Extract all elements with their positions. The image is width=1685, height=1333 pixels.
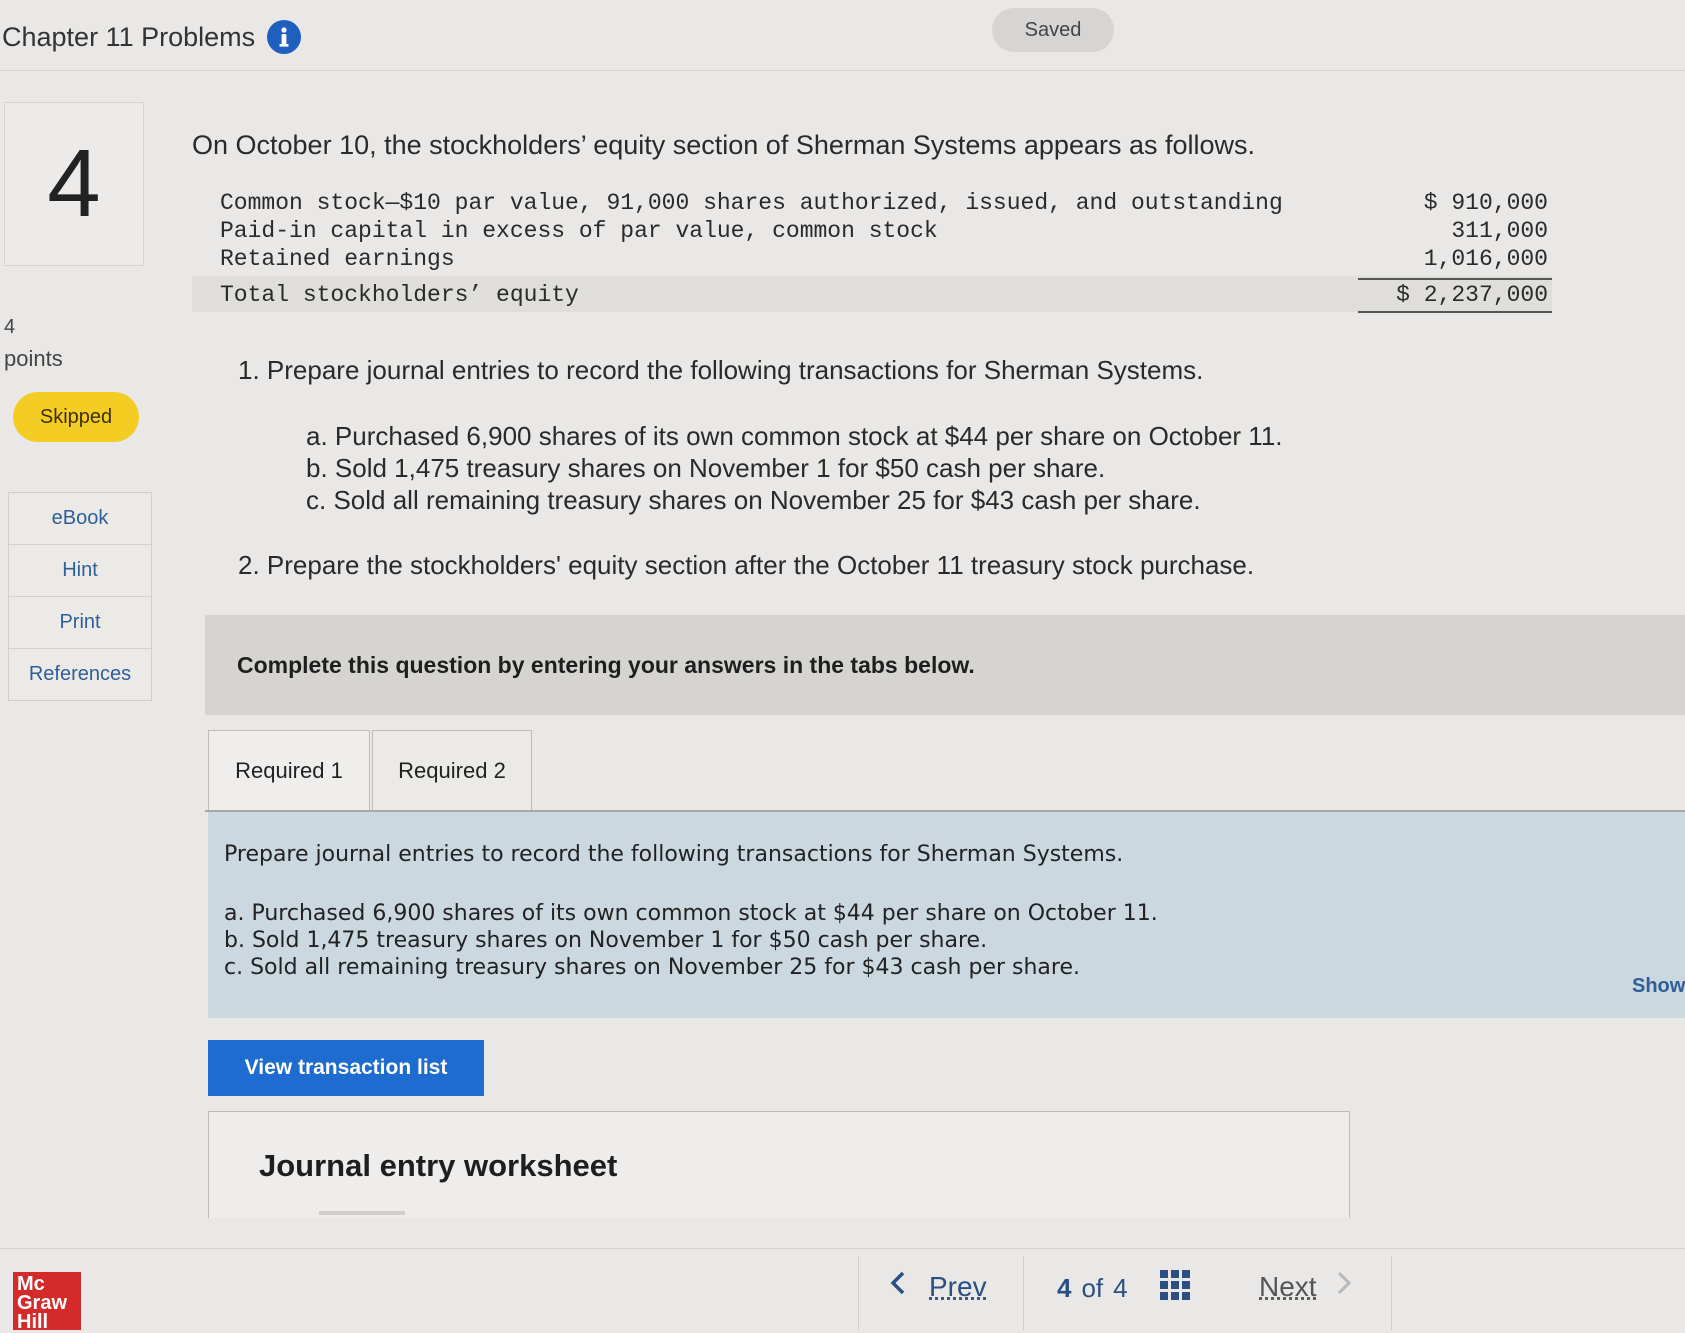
- equity-label: Retained earnings: [220, 246, 455, 272]
- page-header: Chapter 11 Problems: [2, 20, 302, 54]
- list-item: c. Sold all remaining treasury shares on…: [306, 485, 1201, 515]
- transaction-list: a. Purchased 6,900 shares of its own com…: [306, 420, 1283, 516]
- next-button[interactable]: Next: [1259, 1270, 1353, 1303]
- table-row: Retained earnings 1,016,000: [192, 246, 1552, 274]
- page-of: of: [1081, 1273, 1104, 1303]
- grid-icon[interactable]: [1159, 1270, 1190, 1307]
- task-1: 1. Prepare journal entries to record the…: [238, 355, 1204, 385]
- total-row: Total stockholders’ equity $ 2,237,000: [192, 276, 1552, 313]
- hint-link[interactable]: Hint: [9, 545, 151, 597]
- list-item: b. Sold 1,475 treasury shares on Novembe…: [306, 453, 1106, 483]
- table-row: Common stock—$10 par value, 91,000 share…: [192, 190, 1552, 218]
- ebook-link[interactable]: eBook: [9, 493, 151, 545]
- list-item: b. Sold 1,475 treasury shares on Novembe…: [224, 928, 988, 953]
- equity-amount: 1,016,000: [1423, 246, 1548, 272]
- view-transaction-list-button[interactable]: View transaction list: [208, 1040, 484, 1096]
- worksheet-tab-indicator: [319, 1211, 405, 1215]
- table-row: Paid-in capital in excess of par value, …: [192, 218, 1552, 246]
- chevron-left-icon: [889, 1270, 907, 1303]
- panel-list: a. Purchased 6,900 shares of its own com…: [224, 900, 1158, 981]
- journal-worksheet: Journal entry worksheet: [208, 1111, 1350, 1218]
- instruction-text: Complete this question by entering your …: [237, 651, 975, 678]
- panel-intro: Prepare journal entries to record the fo…: [224, 842, 1124, 867]
- chevron-right-icon: [1335, 1270, 1353, 1303]
- problem-intro: On October 10, the stockholders’ equity …: [192, 130, 1256, 160]
- tab-required-2[interactable]: Required 2: [372, 730, 532, 811]
- page-total: 4: [1113, 1273, 1128, 1303]
- worksheet-title: Journal entry worksheet: [259, 1148, 618, 1183]
- equity-amount: $ 910,000: [1423, 190, 1548, 216]
- info-icon[interactable]: [267, 20, 302, 54]
- total-amount: $ 2,237,000: [1358, 278, 1552, 313]
- side-nav: eBook Hint Print References: [8, 492, 152, 701]
- page-title: Chapter 11 Problems: [2, 21, 256, 52]
- total-label: Total stockholders’ equity: [220, 282, 579, 308]
- mcgraw-hill-logo: Mc Graw Hill: [13, 1272, 81, 1333]
- list-item: a. Purchased 6,900 shares of its own com…: [306, 421, 1283, 451]
- question-number: 4: [4, 102, 144, 266]
- page-current: 4: [1057, 1273, 1072, 1303]
- show-link[interactable]: Show: [1632, 975, 1685, 998]
- requirement-panel: Prepare journal entries to record the fo…: [208, 812, 1685, 1018]
- prev-label: Prev: [929, 1270, 987, 1302]
- references-link[interactable]: References: [9, 649, 151, 700]
- next-label: Next: [1259, 1270, 1317, 1302]
- header-divider: [0, 70, 1685, 71]
- points-value: 4: [4, 316, 16, 338]
- nav-separator: [1023, 1256, 1024, 1330]
- question-navigation: Prev 4 of 4 Next: [858, 1256, 1392, 1330]
- logo-line: Hill: [17, 1311, 49, 1333]
- equity-table: Common stock—$10 par value, 91,000 share…: [192, 190, 1552, 313]
- points-label: points: [4, 346, 63, 371]
- skipped-badge: Skipped: [13, 392, 139, 442]
- list-item: a. Purchased 6,900 shares of its own com…: [224, 901, 1158, 926]
- tab-required-1[interactable]: Required 1: [208, 730, 370, 811]
- print-link[interactable]: Print: [9, 597, 151, 649]
- equity-amount: 311,000: [1451, 218, 1548, 244]
- list-item: c. Sold all remaining treasury shares on…: [224, 955, 1081, 980]
- instruction-banner: Complete this question by entering your …: [205, 615, 1685, 715]
- task-2: 2. Prepare the stockholders' equity sect…: [238, 550, 1255, 580]
- equity-label: Paid-in capital in excess of par value, …: [220, 218, 938, 244]
- prev-button[interactable]: Prev: [889, 1270, 987, 1303]
- footer-divider: [0, 1248, 1685, 1249]
- page-indicator: 4 of 4: [1057, 1270, 1190, 1307]
- equity-label: Common stock—$10 par value, 91,000 share…: [220, 190, 1283, 216]
- saved-status: Saved: [992, 8, 1114, 52]
